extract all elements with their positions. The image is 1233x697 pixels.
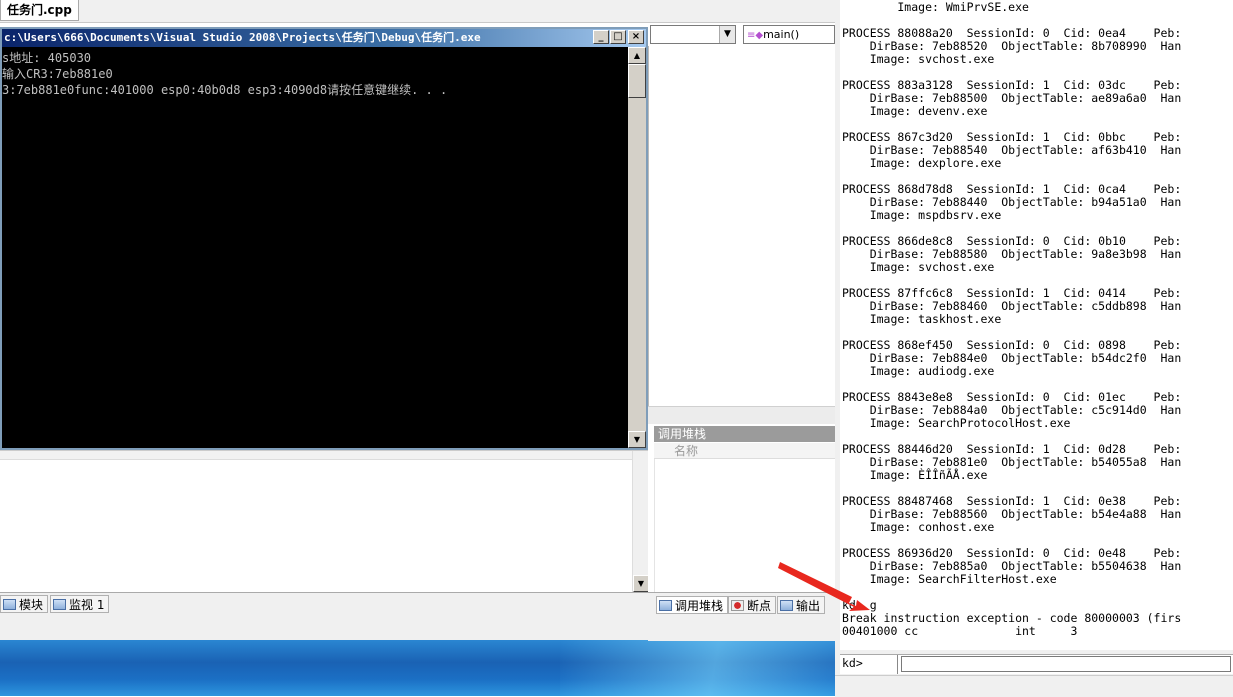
windbg-output-line: Image: audiodg.exe [842,364,995,378]
windbg-output-line: Image: ÈÎÎñÃÅ.exe [842,468,988,482]
tab-source-file[interactable]: 任务门.cpp [0,0,79,21]
console-titlebar[interactable]: c:\Users\666\Documents\Visual Studio 200… [2,29,646,47]
chevron-down-icon[interactable]: ▼ [719,26,735,43]
function-dropdown[interactable]: ≡◆main() [743,25,835,44]
editor-tab-strip: 任务门.cpp [0,0,835,23]
console-title: c:\Users\666\Documents\Visual Studio 200… [4,31,481,44]
breakpoint-icon [731,600,744,611]
scope-dropdown[interactable]: ▼ [650,25,736,44]
windbg-output: Image: WmiPrvSE.exe PROCESS 88088a20 Sess… [840,0,1233,650]
watch-panel-header [0,451,632,460]
modules-icon [3,599,16,610]
status-area [0,616,648,640]
minimize-button[interactable]: _ [593,30,609,44]
close-button[interactable]: × [628,30,644,44]
tab-label: 模块 [19,598,44,612]
code-editor[interactable] [648,46,836,406]
callstack-icon [659,600,672,611]
windbg-output-line: Image: devenv.exe [842,104,988,118]
console-scrollbar[interactable]: ▲ ▼ [628,47,646,448]
windbg-command-input[interactable] [901,656,1231,672]
watch-panel-scrollbar[interactable]: ▼ [632,451,649,593]
console-window[interactable]: c:\Users\666\Documents\Visual Studio 200… [0,27,648,450]
console-line: 输入CR3:7eb881e0 [2,67,113,81]
windbg-output-line: Image: SearchProtocolHost.exe [842,416,1071,430]
tab-label: 调用堆栈 [675,599,724,613]
tab-breakpoints[interactable]: 断点 [728,596,777,614]
windbg-output-line: Image: svchost.exe [842,52,995,66]
tab-label: 监视 1 [69,598,105,612]
tab-label: 断点 [747,599,772,613]
windbg-output-line: Image: conhost.exe [842,520,995,534]
scroll-thumb[interactable] [628,64,646,98]
windbg-output-line: Image: dexplore.exe [842,156,1002,170]
windbg-status-bar [835,675,1233,697]
callstack-column-name[interactable]: 名称 [654,443,835,459]
windbg-output-line: Image: mspdbsrv.exe [842,208,1002,222]
method-icon: ≡◆ [747,30,764,41]
console-output: s地址: 405030 输入CR3:7eb881e0 3:7eb881e0fun… [2,47,628,448]
watch-panel[interactable]: ▼ [0,450,649,593]
scroll-down-icon[interactable]: ▼ [633,575,649,592]
scroll-up-icon[interactable]: ▲ [628,47,646,64]
windbg-output-line: 00401000 cc int 3 [842,624,1078,638]
windbg-command-window[interactable]: Image: WmiPrvSE.exe PROCESS 88088a20 Sess… [835,0,1233,697]
windbg-command-bar: kd> [840,654,1233,674]
maximize-button[interactable]: □ [610,30,626,44]
lower-left-tab-bar: 模块 监视 1 [0,592,648,617]
console-line: s地址: 405030 [2,51,92,65]
tab-callstack[interactable]: 调用堆栈 [656,596,729,614]
scroll-down-icon[interactable]: ▼ [628,431,646,448]
windbg-output-line: Image: taskhost.exe [842,312,1002,326]
tab-modules[interactable]: 模块 [0,595,49,613]
tab-watch-1[interactable]: 监视 1 [50,595,110,613]
console-line: 3:7eb881e0func:401000 esp0:40b0d8 esp3:4… [2,83,448,97]
windbg-output-line: Image: svchost.exe [842,260,995,274]
annotation-arrow-icon [778,562,870,611]
watch-icon [53,599,66,610]
callstack-title: 调用堆栈 [654,426,835,442]
function-dropdown-value: main() [763,28,800,41]
windbg-output-line: Image: WmiPrvSE.exe [842,0,1029,14]
panel-splitter[interactable] [648,406,835,426]
desktop-swoosh [560,640,840,696]
windbg-prompt: kd> [840,655,898,674]
